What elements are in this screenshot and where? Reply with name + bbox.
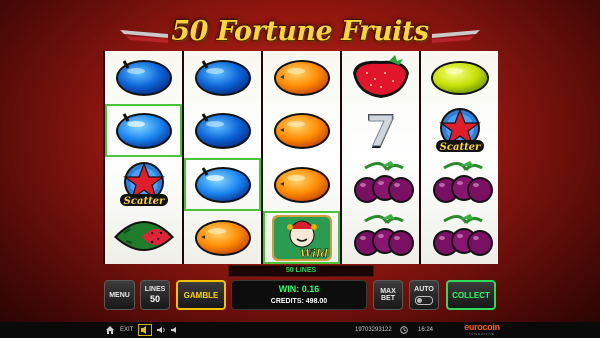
reel-5-symbol-3 <box>421 158 498 211</box>
scatter-icon: Scatter <box>119 162 168 207</box>
strawberry-icon <box>352 55 409 98</box>
max-bet-label-1: MAX <box>380 288 396 295</box>
menu-button[interactable]: MENU <box>104 280 135 310</box>
reel-5-symbol-4 <box>421 211 498 264</box>
gamble-button[interactable]: GAMBLE <box>176 280 226 310</box>
auto-button[interactable]: AUTO <box>409 280 439 310</box>
reel-1-symbol-2 <box>105 104 182 157</box>
reel-2-symbol-4 <box>184 211 261 264</box>
reel-2-symbol-1 <box>184 51 261 104</box>
bottom-bar: EXIT 19703293122 16:24 eurocoin INTERACT… <box>0 322 600 338</box>
svg-text:Wild: Wild <box>299 247 328 260</box>
plum-icon <box>194 167 251 203</box>
reel-1-symbol-4 <box>105 211 182 264</box>
clock-icon <box>400 326 408 334</box>
reel-2-symbol-2 <box>184 104 261 157</box>
collect-button[interactable]: COLLECT <box>446 280 496 310</box>
logo-subtext: INTERACTIVE <box>469 332 495 336</box>
reel-3: Wild <box>263 51 340 264</box>
logo-text: eurocoin <box>464 322 500 332</box>
reel-4-symbol-3 <box>342 158 419 211</box>
plum-icon <box>194 113 251 149</box>
cherries-icon <box>353 161 414 203</box>
reel-2-symbol-3 <box>184 158 261 211</box>
reel-3-symbol-2 <box>263 104 340 157</box>
svg-text:Scatter: Scatter <box>123 196 164 207</box>
session-id: 19703293122 <box>355 327 392 333</box>
max-bet-button[interactable]: MAX BET <box>373 280 403 310</box>
reel-5-symbol-1 <box>421 51 498 104</box>
reel-4-symbol-1 <box>342 51 419 104</box>
lines-selector[interactable]: LINES 50 <box>140 280 170 310</box>
reel-4: 7 7 <box>342 51 419 264</box>
game-title-area: 50 Fortune Fruits <box>0 8 600 56</box>
orange-icon <box>194 220 251 256</box>
eurocoin-logo: eurocoin INTERACTIVE <box>462 323 502 337</box>
max-bet-label-2: BET <box>381 295 395 302</box>
reel-3-symbol-4: Wild <box>263 211 340 264</box>
reel-grid: Scatter Wild 7 7 Scatter <box>103 51 498 264</box>
reel-2 <box>184 51 261 264</box>
svg-text:Scatter: Scatter <box>439 142 480 153</box>
reel-5: Scatter <box>421 51 498 264</box>
plum-icon <box>194 60 251 96</box>
lines-label: LINES <box>144 286 166 293</box>
orange-icon <box>273 167 330 203</box>
game-title: 50 Fortune Fruits <box>171 16 429 47</box>
win-amount: WIN: 0.16 <box>278 284 320 294</box>
cherries-icon <box>353 214 414 256</box>
cherries-icon <box>432 161 493 203</box>
reel-4-symbol-4 <box>342 211 419 264</box>
scatter-icon: Scatter <box>435 108 484 153</box>
clock-time: 16:24 <box>418 327 434 333</box>
reel-3-symbol-1 <box>263 51 340 104</box>
reel-1-symbol-1 <box>105 51 182 104</box>
plum-icon <box>115 60 172 96</box>
reel-1-symbol-3: Scatter <box>105 158 182 211</box>
volume-icon[interactable] <box>170 326 180 334</box>
lemon-icon <box>430 61 489 95</box>
orange-icon <box>273 60 330 96</box>
win-panel: WIN: 0.16 CREDITS: 498.00 <box>231 280 367 310</box>
orange-icon <box>273 113 330 149</box>
plum-icon <box>115 113 172 149</box>
watermelon-icon <box>113 221 174 251</box>
menu-label: MENU <box>109 291 130 299</box>
title-wing-right-icon <box>432 30 480 43</box>
reel-1: Scatter <box>105 51 182 264</box>
wild-icon: Wild <box>271 215 332 261</box>
speaker-icon <box>141 326 146 334</box>
gamble-label: GAMBLE <box>183 290 219 300</box>
lines-banner: 50 LINES <box>228 265 374 277</box>
auto-label: AUTO <box>414 285 434 293</box>
reel-5-symbol-2: Scatter <box>421 104 498 157</box>
svg-text:7: 7 <box>366 107 395 156</box>
cherries-icon <box>432 214 493 256</box>
credits-amount: CREDITS: 498.00 <box>270 298 328 305</box>
exit-link[interactable]: EXIT <box>120 322 133 338</box>
lines-value: 50 <box>149 294 160 304</box>
seven-icon: 7 7 <box>364 105 396 157</box>
reel-3-symbol-3 <box>263 158 340 211</box>
music-icon[interactable] <box>156 326 166 334</box>
auto-toggle-icon <box>415 295 433 305</box>
collect-label: COLLECT <box>452 290 490 300</box>
home-icon[interactable] <box>106 326 114 334</box>
reel-4-symbol-2: 7 7 <box>342 104 419 157</box>
sound-settings-button[interactable] <box>138 324 152 336</box>
